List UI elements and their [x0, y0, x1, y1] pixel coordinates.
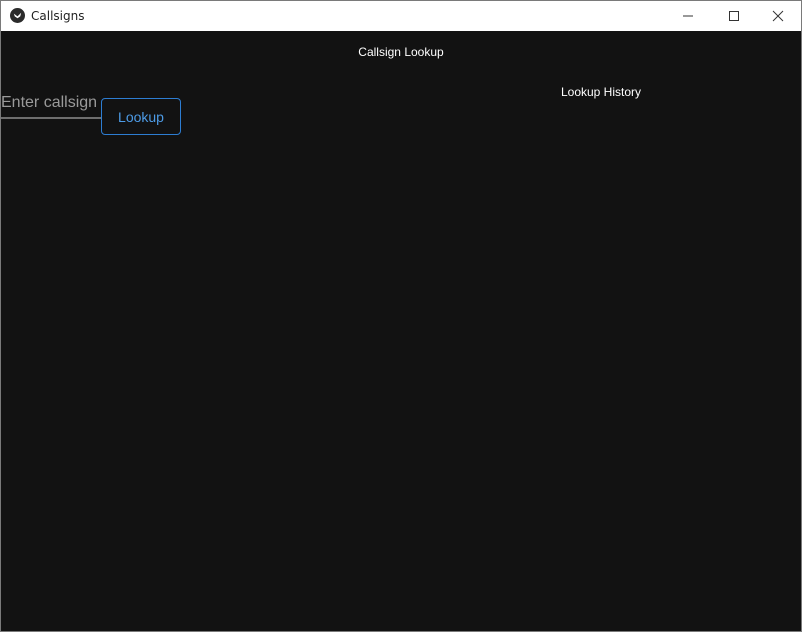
page-title: Callsign Lookup: [358, 45, 444, 59]
close-icon: [772, 7, 784, 26]
app-window: Callsigns Callsign Lookup Lookup: [0, 0, 802, 632]
window-title: Callsigns: [31, 9, 85, 23]
maximize-icon: [728, 7, 740, 26]
callsign-field[interactable]: [1, 89, 101, 119]
history-title: Lookup History: [560, 85, 642, 99]
minimize-button[interactable]: [665, 1, 711, 31]
lookup-button[interactable]: Lookup: [101, 98, 181, 135]
minimize-icon: [682, 7, 694, 26]
main-content: Callsign Lookup Lookup Lookup History: [1, 31, 801, 631]
maximize-button[interactable]: [711, 1, 757, 31]
callsign-input[interactable]: [1, 92, 101, 114]
title-bar[interactable]: Callsigns: [1, 1, 801, 31]
close-button[interactable]: [755, 1, 801, 31]
kivy-logo-icon: [10, 8, 25, 23]
